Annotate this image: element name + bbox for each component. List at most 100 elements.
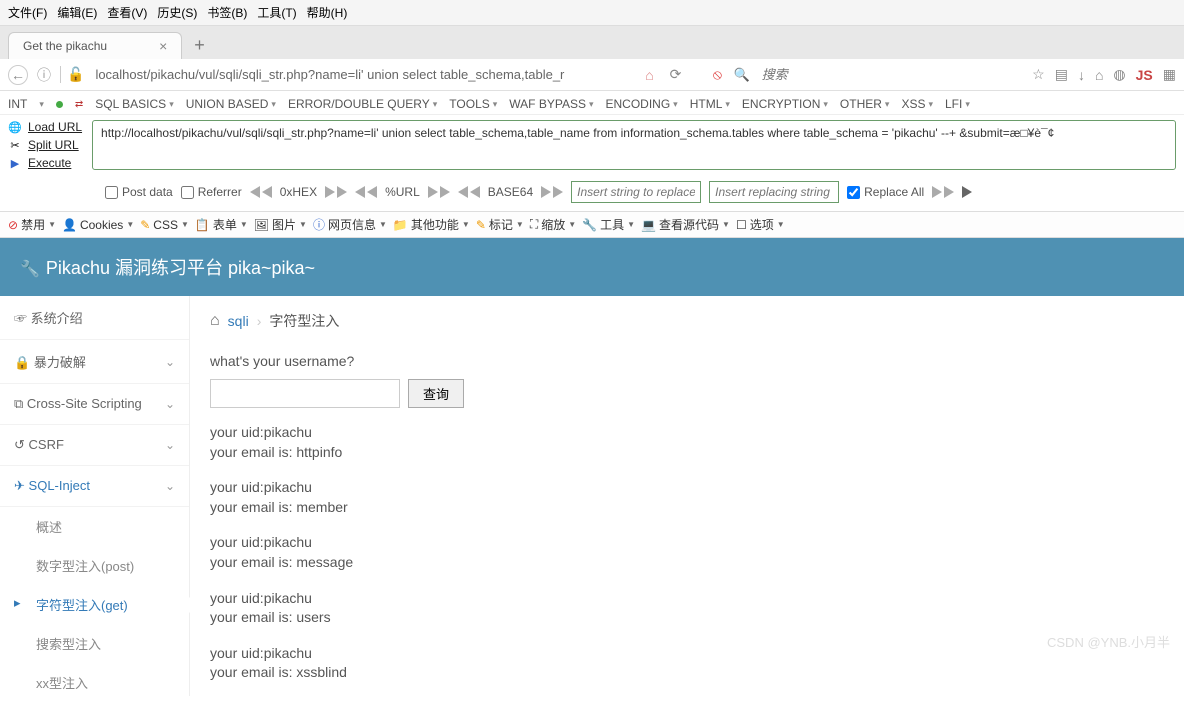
forms-menu[interactable]: 📋表单▼ — [195, 216, 248, 233]
sidebar-item-csrf[interactable]: ↺ CSRF⌄ — [0, 425, 189, 466]
extension-icon[interactable]: ▦ — [1163, 66, 1176, 83]
sidebar-item-sqlinject[interactable]: ✈ SQL-Inject⌄ — [0, 466, 189, 507]
reader-icon[interactable]: ⌂ — [639, 65, 659, 85]
hb-waf-bypass[interactable]: WAF BYPASS▾ — [509, 97, 593, 111]
result-block: your uid:pikachuyour email is: users — [210, 589, 1164, 628]
menu-bookmarks[interactable]: 书签(B) — [207, 4, 247, 21]
css-menu[interactable]: ✎CSS▼ — [140, 218, 189, 232]
result-block: your uid:pikachuyour email is: member — [210, 478, 1164, 517]
direction-icon: ⇄ — [75, 99, 83, 110]
downloads-icon[interactable]: ↓ — [1078, 67, 1085, 83]
menu-file[interactable]: 文件(F) — [8, 4, 47, 21]
search-input[interactable] — [756, 64, 1027, 85]
replaceall-checkbox[interactable]: Replace All — [847, 185, 924, 199]
urlenc-button[interactable]: %URL — [385, 185, 420, 199]
resize-menu[interactable]: ⛶缩放▼ — [530, 216, 576, 233]
int-selector[interactable]: INT — [8, 97, 27, 111]
reload-button[interactable]: ⟳ — [665, 65, 685, 85]
app-layout: ☞ 系统介绍 🔒 暴力破解⌄ ⧉ Cross-Site Scripting⌄ ↺… — [0, 296, 1184, 696]
base64-button[interactable]: BASE64 — [488, 185, 533, 199]
lock-icon: 🔒 — [14, 355, 30, 370]
username-input[interactable] — [210, 379, 400, 408]
hb-union-based[interactable]: UNION BASED▾ — [186, 97, 276, 111]
tools-menu[interactable]: 🔧工具▼ — [582, 216, 635, 233]
sidebar-item-bruteforce[interactable]: 🔒 暴力破解⌄ — [0, 340, 189, 384]
chevron-down-icon: ⌄ — [165, 355, 175, 369]
hex-button[interactable]: 0xHEX — [280, 185, 317, 199]
status-dot-icon — [56, 101, 63, 108]
hb-tools[interactable]: TOOLS▾ — [449, 97, 497, 111]
noscript-icon[interactable]: ⦸ — [707, 65, 727, 85]
sidebar-sub-overview[interactable]: 概述 — [0, 507, 189, 546]
sidebar-item-intro[interactable]: ☞ 系统介绍 — [0, 296, 189, 340]
home-icon[interactable]: ⌂ — [1095, 67, 1103, 83]
bookmark-star-icon[interactable]: ☆ — [1032, 66, 1045, 83]
hackbar-tabs: INT ▾ ⇄ SQL BASICS▾ UNION BASED▾ ERROR/D… — [0, 91, 1184, 115]
watermark: CSDN @YNB.小月半 — [1047, 632, 1170, 651]
menu-history[interactable]: 历史(S) — [157, 4, 197, 21]
info-menu[interactable]: ⓘ网页信息▼ — [313, 216, 387, 233]
disable-menu[interactable]: ⊘禁用▼ — [8, 216, 56, 233]
app-header: 🔧Pikachu 漏洞练习平台 pika~pika~ — [0, 238, 1184, 296]
refresh-icon: ↺ — [14, 437, 25, 452]
postdata-checkbox[interactable]: Post data — [105, 185, 173, 199]
plane-icon: ✈ — [14, 478, 25, 493]
hb-other[interactable]: OTHER▾ — [840, 97, 890, 111]
replace-to-input[interactable] — [709, 181, 839, 203]
images-menu[interactable]: 🖼图片▼ — [254, 216, 307, 233]
sidebar-sub-numeric[interactable]: 数字型注入(post) — [0, 546, 189, 585]
hb-encoding[interactable]: ENCODING▾ — [606, 97, 678, 111]
chevron-down-icon: ⌄ — [165, 479, 175, 493]
globe-icon[interactable]: ◍ — [1113, 66, 1125, 83]
sidebar: ☞ 系统介绍 🔒 暴力破解⌄ ⧉ Cross-Site Scripting⌄ ↺… — [0, 296, 190, 696]
replace-from-input[interactable] — [571, 181, 701, 203]
result-block: your uid:pikachuyour email is: message — [210, 533, 1164, 572]
back-button[interactable]: ← — [8, 65, 28, 85]
main-content: ⌂ sqli › 字符型注入 what's your username? 查询 … — [190, 296, 1184, 696]
sidebar-sub-string[interactable]: 字符型注入(get) — [0, 585, 189, 624]
browser-tabbar: Get the pikachu × + — [0, 26, 1184, 59]
webdev-toolbar: ⊘禁用▼ 👤Cookies▼ ✎CSS▼ 📋表单▼ 🖼图片▼ ⓘ网页信息▼ 📁其… — [0, 212, 1184, 238]
sidebar-item-xss[interactable]: ⧉ Cross-Site Scripting⌄ — [0, 384, 189, 425]
outline-menu[interactable]: ✎标记▼ — [476, 216, 524, 233]
hb-sql-basics[interactable]: SQL BASICS▾ — [95, 97, 173, 111]
referrer-checkbox[interactable]: Referrer — [181, 185, 242, 199]
js-toggle-icon[interactable]: JS — [1136, 67, 1153, 83]
cookies-menu[interactable]: 👤Cookies▼ — [62, 218, 134, 232]
load-url-button[interactable]: 🌐Load URL — [8, 120, 82, 134]
home-icon[interactable]: ⌂ — [210, 312, 220, 330]
browser-tab[interactable]: Get the pikachu × — [8, 32, 182, 59]
new-tab-button[interactable]: + — [188, 35, 211, 56]
chevron-down-icon: ▾ — [39, 99, 44, 110]
menu-tools[interactable]: 工具(T) — [257, 4, 296, 21]
hb-lfi[interactable]: LFI▾ — [945, 97, 970, 111]
search-icon: 🔍 — [733, 67, 749, 83]
info-icon[interactable]: ⓘ — [34, 65, 54, 85]
close-icon[interactable]: × — [159, 38, 167, 54]
breadcrumb-root[interactable]: sqli — [228, 313, 249, 329]
hackbar-toolbar: INT ▾ ⇄ SQL BASICS▾ UNION BASED▾ ERROR/D… — [0, 91, 1184, 212]
sidebar-sub-search[interactable]: 搜索型注入 — [0, 624, 189, 663]
hackbar-actions: 🌐Load URL ✂Split URL ▶Execute — [8, 120, 82, 170]
chevron-down-icon: ⌄ — [165, 397, 175, 411]
submit-button[interactable]: 查询 — [408, 379, 464, 408]
split-url-button[interactable]: ✂Split URL — [8, 138, 82, 152]
hb-encryption[interactable]: ENCRYPTION▾ — [742, 97, 828, 111]
hb-error-query[interactable]: ERROR/DOUBLE QUERY▾ — [288, 97, 437, 111]
viewsource-menu[interactable]: 💻查看源代码▼ — [641, 216, 730, 233]
hackbar-options: Post data Referrer 0xHEX %URL BASE64 Rep… — [0, 175, 1184, 211]
misc-menu[interactable]: 📁其他功能▼ — [393, 216, 470, 233]
address-input[interactable] — [93, 64, 633, 85]
bug-icon: ⧉ — [14, 396, 23, 411]
hb-html[interactable]: HTML▾ — [690, 97, 730, 111]
hackbar-url-input[interactable]: http://localhost/pikachu/vul/sqli/sqli_s… — [92, 120, 1176, 170]
menu-view[interactable]: 查看(V) — [107, 4, 147, 21]
options-menu[interactable]: ☐选项▼ — [736, 216, 785, 233]
breadcrumb-current: 字符型注入 — [269, 311, 339, 331]
hb-xss[interactable]: XSS▾ — [901, 97, 933, 111]
menu-help[interactable]: 帮助(H) — [307, 4, 348, 21]
sidebar-sub-xx[interactable]: xx型注入 — [0, 663, 189, 702]
library-icon[interactable]: ▤ — [1055, 66, 1068, 83]
execute-button[interactable]: ▶Execute — [8, 156, 82, 170]
menu-edit[interactable]: 编辑(E) — [57, 4, 97, 21]
